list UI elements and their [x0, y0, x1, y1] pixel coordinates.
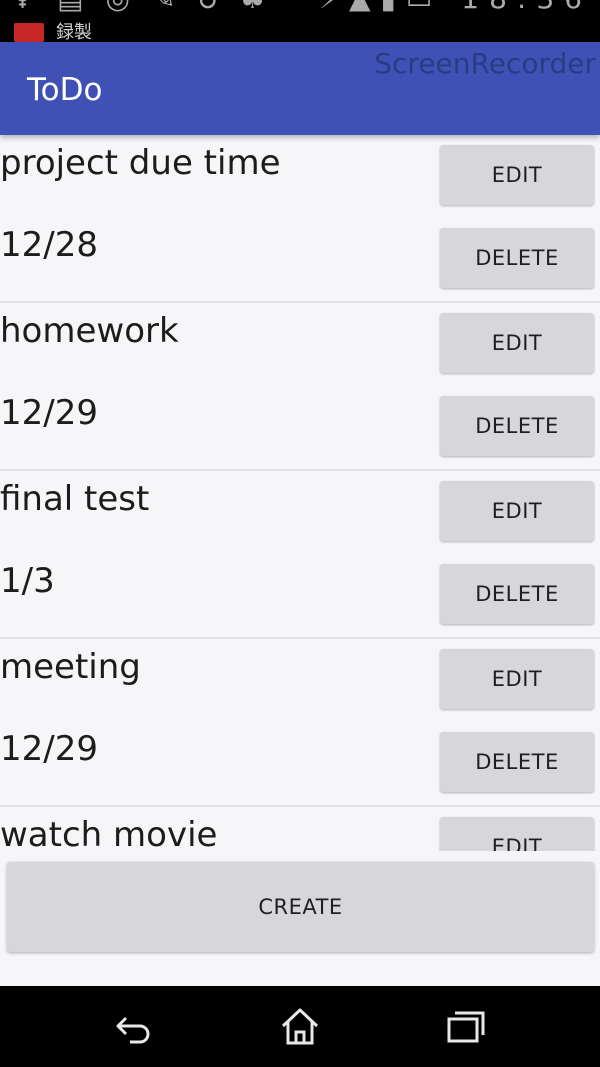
todo-title: homework	[0, 311, 179, 351]
notification-text: 録製	[56, 22, 92, 42]
edit-button[interactable]: EDIT	[440, 817, 594, 851]
status-time: 18:36	[461, 0, 592, 15]
status-left-icons: ♆▤◎✎♁♣	[10, 0, 287, 16]
app-bar: ToDo ScreenRecorder	[0, 42, 600, 135]
todo-title: watch movie	[0, 815, 218, 851]
delete-button[interactable]: DELETE	[440, 564, 594, 624]
status-right-icons: ⚡▲▮▭ 18:36	[319, 0, 592, 16]
todo-date: 12/29	[0, 393, 98, 433]
todo-list[interactable]: project due time 12/28 EDIT DELETE homew…	[0, 135, 600, 851]
todo-item: project due time 12/28 EDIT DELETE	[0, 135, 600, 303]
home-icon[interactable]	[278, 1006, 322, 1046]
create-button[interactable]: CREATE	[7, 862, 594, 952]
todo-item: meeting 12/29 EDIT DELETE	[0, 639, 600, 807]
status-bar: ♆▤◎✎♁♣ ⚡▲▮▭ 18:36 録製	[0, 0, 600, 42]
todo-title: final test	[0, 479, 150, 519]
todo-date: 12/29	[0, 729, 98, 769]
recent-apps-icon[interactable]	[444, 1006, 488, 1046]
edit-button[interactable]: EDIT	[440, 649, 594, 709]
create-area: CREATE	[0, 851, 600, 986]
todo-item: homework 12/29 EDIT DELETE	[0, 303, 600, 471]
edit-button[interactable]: EDIT	[440, 145, 594, 205]
screen-recorder-notification-icon	[14, 23, 44, 42]
todo-item: watch movie EDIT DELETE	[0, 807, 600, 851]
navigation-bar	[0, 986, 600, 1067]
delete-button[interactable]: DELETE	[440, 732, 594, 792]
back-icon[interactable]	[112, 1006, 156, 1046]
delete-button[interactable]: DELETE	[440, 396, 594, 456]
todo-title: project due time	[0, 143, 281, 183]
todo-date: 12/28	[0, 225, 98, 265]
todo-item: final test 1/3 EDIT DELETE	[0, 471, 600, 639]
edit-button[interactable]: EDIT	[440, 313, 594, 373]
edit-button[interactable]: EDIT	[440, 481, 594, 541]
app-title: ToDo	[27, 72, 103, 108]
todo-title: meeting	[0, 647, 141, 687]
todo-date: 1/3	[0, 561, 55, 601]
delete-button[interactable]: DELETE	[440, 228, 594, 288]
watermark: ScreenRecorder	[374, 47, 596, 80]
